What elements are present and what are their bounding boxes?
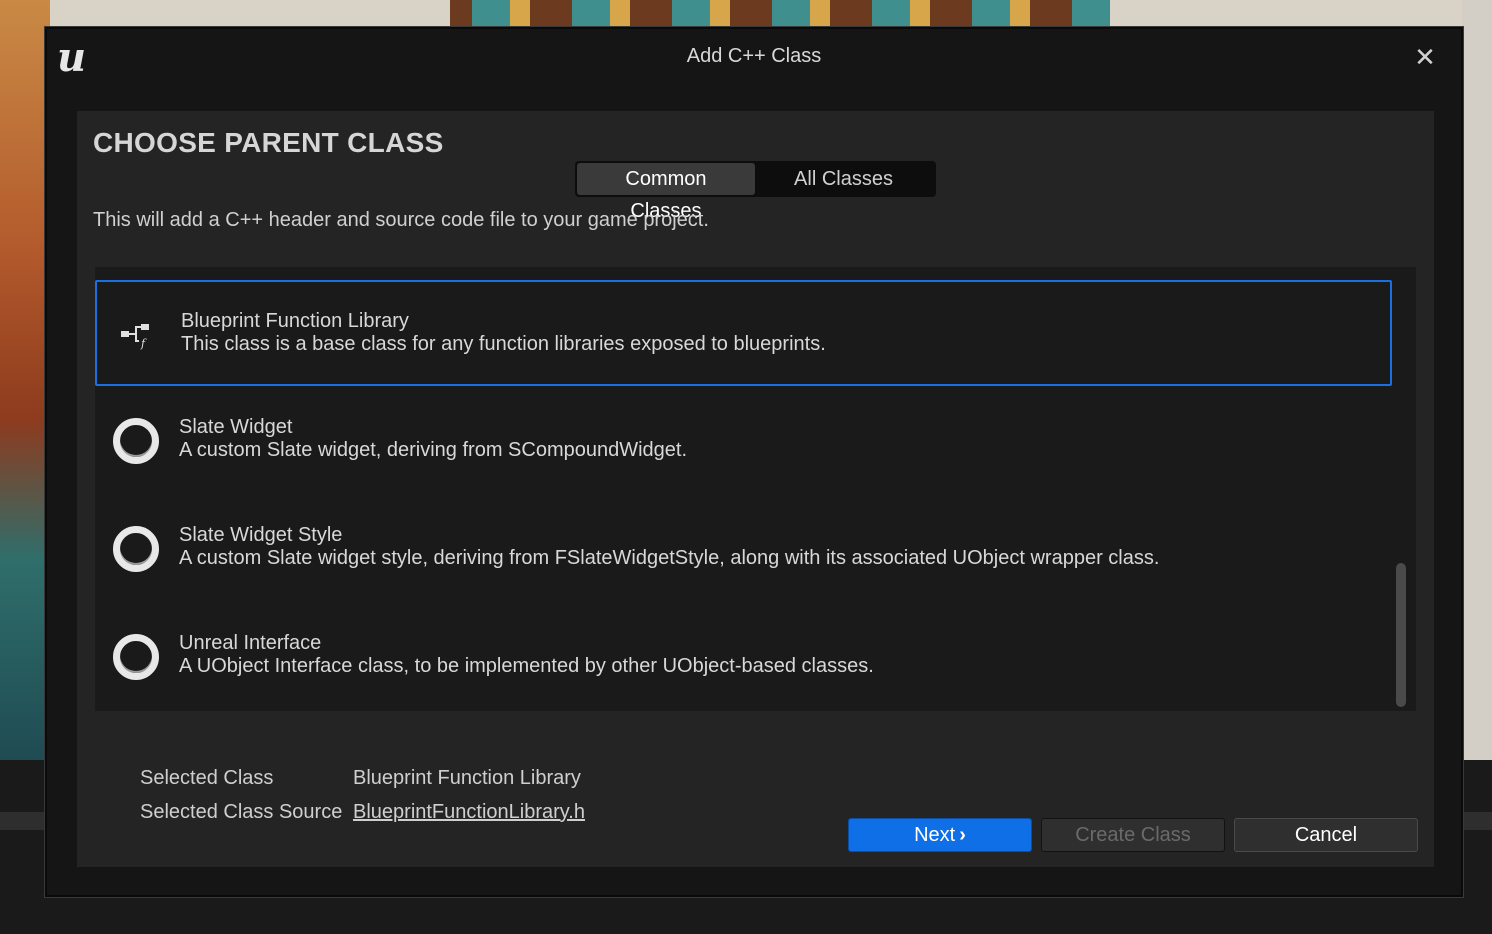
class-description: A custom Slate widget, deriving from SCo…	[179, 439, 688, 461]
window-title: Add C++ Class	[686, 45, 822, 67]
tab-common-classes[interactable]: Common Classes	[577, 163, 755, 222]
class-name: Blueprint Function Library	[181, 310, 409, 332]
choose-parent-panel: CHOOSE PARENT CLASS Common Classes All C…	[77, 111, 1434, 867]
class-list-scrollbar[interactable]	[1396, 563, 1406, 707]
class-list: f Blueprint Function Library This class …	[95, 267, 1416, 711]
class-description: A custom Slate widget style, deriving fr…	[179, 547, 1160, 569]
selected-class-source-label: Selected Class Source	[140, 801, 343, 823]
page-title: CHOOSE PARENT CLASS	[93, 127, 444, 158]
selected-class-label: Selected Class	[140, 767, 274, 789]
panel-description: This will add a C++ header and source co…	[93, 209, 709, 231]
class-name: Slate Widget Style	[179, 524, 343, 546]
class-ring-icon	[113, 526, 159, 572]
background-top-decor	[450, 0, 1110, 30]
class-ring-icon	[113, 634, 159, 680]
add-cpp-class-dialog: u Add C++ Class ✕ CHOOSE PARENT CLASS Co…	[45, 27, 1463, 897]
class-filter-tabs: Common Classes All Classes	[575, 161, 936, 222]
svg-text:f: f	[140, 337, 147, 350]
chevron-right-icon: ›	[959, 824, 966, 846]
background-right-decor	[1462, 0, 1492, 760]
class-item-slate-widget-style[interactable]: Slate Widget Style A custom Slate widget…	[95, 496, 1392, 602]
next-button-label: Next	[914, 824, 956, 846]
class-name: Unreal Interface	[179, 632, 322, 654]
function-library-icon: f	[115, 312, 161, 358]
class-description: This class is a base class for any funct…	[181, 333, 826, 355]
class-ring-icon	[113, 418, 159, 464]
selected-class-source-link[interactable]: BlueprintFunctionLibrary.h	[353, 801, 585, 824]
class-item-slate-widget[interactable]: Slate Widget A custom Slate widget, deri…	[95, 388, 1392, 494]
close-icon[interactable]: ✕	[1411, 43, 1439, 71]
class-name: Slate Widget	[179, 416, 293, 438]
selected-class-value: Blueprint Function Library	[353, 767, 581, 789]
next-button[interactable]: Next ›	[848, 818, 1032, 852]
background-left-decor	[0, 0, 50, 760]
title-bar[interactable]: u Add C++ Class ✕	[47, 29, 1461, 91]
tab-all-classes[interactable]: All Classes	[755, 163, 932, 195]
cancel-button[interactable]: Cancel	[1234, 818, 1418, 852]
class-item-unreal-interface[interactable]: Unreal Interface A UObject Interface cla…	[95, 604, 1392, 710]
class-description: A UObject Interface class, to be impleme…	[179, 655, 874, 677]
create-class-button[interactable]: Create Class	[1041, 818, 1225, 852]
class-item-blueprint-function-library[interactable]: f Blueprint Function Library This class …	[95, 280, 1392, 386]
